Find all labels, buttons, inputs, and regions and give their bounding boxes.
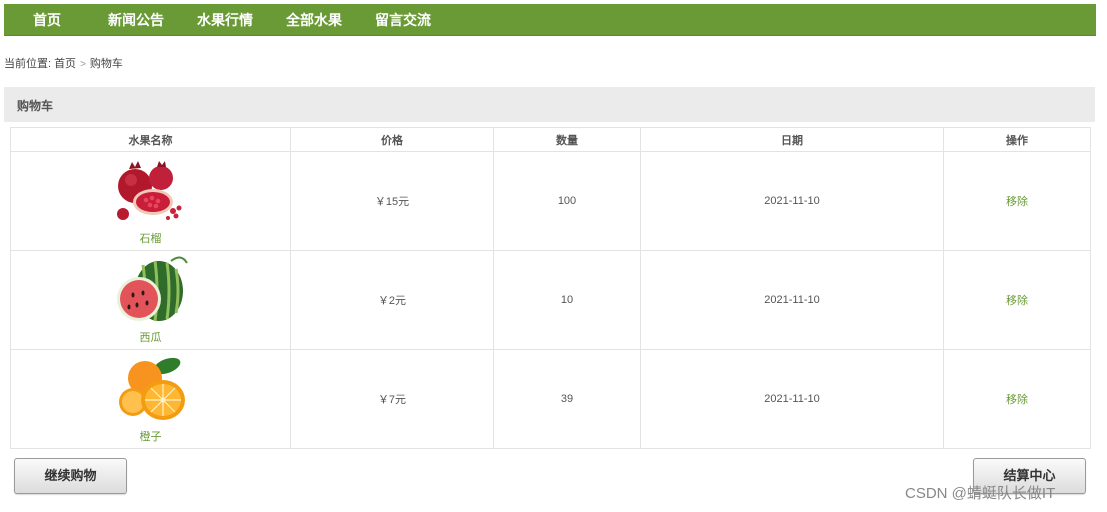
section-header: 购物车: [4, 87, 1095, 122]
breadcrumb: 当前位置: 首页 > 购物车: [4, 55, 126, 71]
fruit-cell: 石榴: [10, 151, 291, 251]
table-row: 石榴 ￥15元 100 2021-11-10 移除: [10, 151, 1091, 251]
remove-link[interactable]: 移除: [1006, 196, 1028, 208]
header-date: 日期: [640, 127, 944, 152]
fruit-name-link[interactable]: 石榴: [11, 230, 290, 246]
nav-item-market[interactable]: 水果行情: [197, 4, 253, 36]
price-cell: ￥15元: [290, 151, 494, 251]
cart-table: 水果名称 价格 数量 日期 操作 石榴 ￥15元 100 2021-11-10 …: [10, 127, 1091, 449]
pomegranate-image[interactable]: [113, 156, 189, 226]
nav-item-all-fruits[interactable]: 全部水果: [286, 4, 342, 36]
remove-link[interactable]: 移除: [1006, 295, 1028, 307]
fruit-name-link[interactable]: 西瓜: [11, 329, 290, 345]
quantity-cell: 10: [493, 250, 641, 350]
fruit-name-link[interactable]: 橙子: [11, 428, 290, 444]
price-cell: ￥7元: [290, 349, 494, 449]
price-cell: ￥2元: [290, 250, 494, 350]
watermelon-image[interactable]: [113, 255, 189, 325]
table-header-row: 水果名称 价格 数量 日期 操作: [10, 127, 1091, 152]
breadcrumb-separator-icon: >: [80, 59, 86, 70]
action-cell: 移除: [943, 250, 1091, 350]
header-price: 价格: [290, 127, 494, 152]
date-cell: 2021-11-10: [640, 151, 944, 251]
nav-item-messages[interactable]: 留言交流: [375, 4, 431, 36]
action-cell: 移除: [943, 151, 1091, 251]
section-title: 购物车: [17, 99, 54, 113]
orange-image[interactable]: [113, 354, 189, 424]
fruit-cell: 橙子: [10, 349, 291, 449]
top-nav: 首页 新闻公告 水果行情 全部水果 留言交流: [4, 4, 1096, 36]
quantity-cell: 39: [493, 349, 641, 449]
watermark-text: CSDN @蜻蜓队长做IT: [905, 485, 1056, 502]
quantity-cell: 100: [493, 151, 641, 251]
table-row: 橙子 ￥7元 39 2021-11-10 移除: [10, 349, 1091, 449]
continue-shopping-button[interactable]: 继续购物: [14, 458, 127, 494]
nav-item-home[interactable]: 首页: [33, 4, 61, 36]
fruit-cell: 西瓜: [10, 250, 291, 350]
header-quantity: 数量: [493, 127, 641, 152]
table-row: 西瓜 ￥2元 10 2021-11-10 移除: [10, 250, 1091, 350]
date-cell: 2021-11-10: [640, 250, 944, 350]
breadcrumb-current: 购物车: [89, 58, 123, 70]
action-cell: 移除: [943, 349, 1091, 449]
date-cell: 2021-11-10: [640, 349, 944, 449]
breadcrumb-home-link[interactable]: 首页: [54, 58, 76, 70]
header-fruit-name: 水果名称: [10, 127, 291, 152]
breadcrumb-prefix: 当前位置:: [4, 58, 52, 70]
header-action: 操作: [943, 127, 1091, 152]
nav-item-news[interactable]: 新闻公告: [108, 4, 164, 36]
remove-link[interactable]: 移除: [1006, 394, 1028, 406]
